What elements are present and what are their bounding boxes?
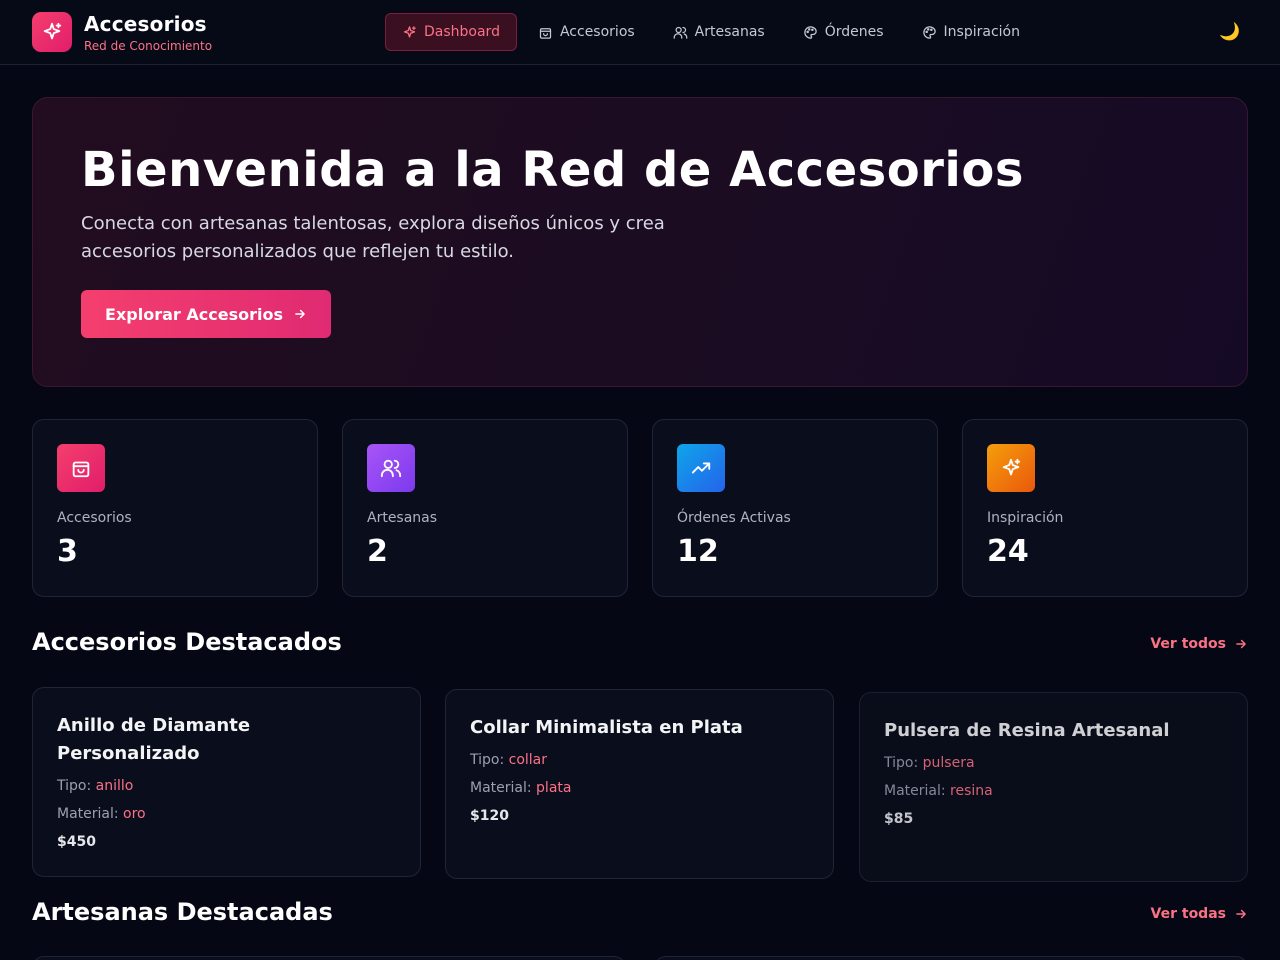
stat-icon-box <box>677 444 725 492</box>
stat-label: Accesorios <box>57 510 132 526</box>
trending-up-icon <box>691 462 711 474</box>
brand-subtitle: Red de Conocimiento <box>84 39 213 53</box>
shopping-bag-icon <box>72 461 90 478</box>
nav-label: Artesanas <box>694 24 765 40</box>
accessory-material: Material: plata <box>470 780 572 796</box>
welcome-hero: Bienvenida a la Red de Accesorios Conect… <box>32 97 1248 387</box>
nav-label: Accesorios <box>559 24 635 40</box>
brand-title: Accesorios <box>84 12 207 36</box>
stat-card-inspiracion[interactable]: Inspiración 24 <box>962 419 1248 597</box>
arrow-right-icon <box>1236 909 1246 919</box>
top-navigation-bar: Accesorios Red de Conocimiento Dashboard… <box>0 0 1280 65</box>
accessory-name: Anillo de Diamante Personalizado <box>57 715 251 764</box>
accessory-card[interactable]: Collar Minimalista en Plata Tipo: collar… <box>445 689 834 879</box>
arrow-right-icon <box>295 309 305 319</box>
stat-label: Artesanas <box>367 510 438 526</box>
accessory-price: $450 <box>57 834 96 850</box>
nav-item-inspiracion[interactable]: Inspiración <box>905 13 1037 51</box>
arrow-right-icon <box>1236 639 1246 649</box>
view-all-accessories-link[interactable]: Ver todos <box>1150 636 1248 652</box>
accessory-card[interactable]: Pulsera de Resina Artesanal Tipo: pulser… <box>859 692 1248 882</box>
accessory-name: Pulsera de Resina Artesanal <box>884 720 1170 741</box>
sparkles-icon <box>403 25 416 37</box>
accessory-card[interactable]: Anillo de Diamante Personalizado Tipo: a… <box>32 687 421 877</box>
stat-label: Inspiración <box>987 510 1064 526</box>
explore-accessories-button[interactable]: Explorar Accesorios <box>81 290 331 338</box>
stat-card-artesanas[interactable]: Artesanas 2 <box>342 419 628 597</box>
theme-toggle-button[interactable]: 🌙 <box>1216 18 1244 46</box>
hero-title: Bienvenida a la Red de Accesorios <box>81 142 1024 198</box>
stat-icon-box <box>367 444 415 492</box>
artisan-card[interactable] <box>32 956 626 960</box>
users-icon <box>673 26 688 39</box>
brand-logo[interactable] <box>32 12 72 52</box>
palette-icon <box>922 25 936 39</box>
sparkles-icon <box>1002 458 1021 476</box>
stat-label: Órdenes Activas <box>677 510 791 526</box>
nav-item-dashboard[interactable]: Dashboard <box>385 13 517 51</box>
hero-description: Conecta con artesanas talentosas, explor… <box>81 213 665 262</box>
stat-card-ordenes-activas[interactable]: Órdenes Activas 12 <box>652 419 938 597</box>
stat-card-accesorios[interactable]: Accesorios 3 <box>32 419 318 597</box>
section-title-artesanas: Artesanas Destacadas <box>32 898 333 926</box>
stat-value: 12 <box>677 534 719 569</box>
accessory-material: Material: oro <box>57 806 146 822</box>
nav-item-artesanas[interactable]: Artesanas <box>656 13 782 51</box>
link-label: Ver todas <box>1150 906 1226 922</box>
section-title-accesorios: Accesorios Destacados <box>32 628 342 656</box>
palette-icon <box>804 25 817 39</box>
shopping-bag-icon <box>539 27 552 39</box>
nav-label: Inspiración <box>943 24 1020 40</box>
stat-icon-box <box>57 444 105 492</box>
accessory-type: Tipo: pulsera <box>884 755 975 771</box>
link-label: Ver todos <box>1150 636 1226 652</box>
main-nav: Dashboard Accesorios Artesanas Órdenes I… <box>385 13 1041 51</box>
stat-value: 24 <box>987 534 1029 569</box>
artisan-card[interactable] <box>654 956 1248 960</box>
stat-value: 3 <box>57 534 78 569</box>
accessory-material: Material: resina <box>884 783 993 799</box>
nav-item-accesorios[interactable]: Accesorios <box>521 13 652 51</box>
stat-value: 2 <box>367 534 388 569</box>
users-icon <box>380 459 402 478</box>
nav-item-ordenes[interactable]: Órdenes <box>786 13 901 51</box>
button-label: Explorar Accesorios <box>105 304 283 324</box>
accessory-type: Tipo: anillo <box>57 778 134 794</box>
accessory-name: Collar Minimalista en Plata <box>470 717 743 738</box>
accessory-price: $85 <box>884 811 914 827</box>
view-all-artisans-link[interactable]: Ver todas <box>1151 906 1248 922</box>
moon-icon: 🌙 <box>1219 22 1241 42</box>
accessory-type: Tipo: collar <box>470 752 548 768</box>
accessory-price: $120 <box>470 808 509 824</box>
nav-label: Órdenes <box>824 24 884 40</box>
sparkles-icon <box>43 22 62 40</box>
stat-icon-box <box>987 444 1035 492</box>
nav-label: Dashboard <box>424 24 500 40</box>
